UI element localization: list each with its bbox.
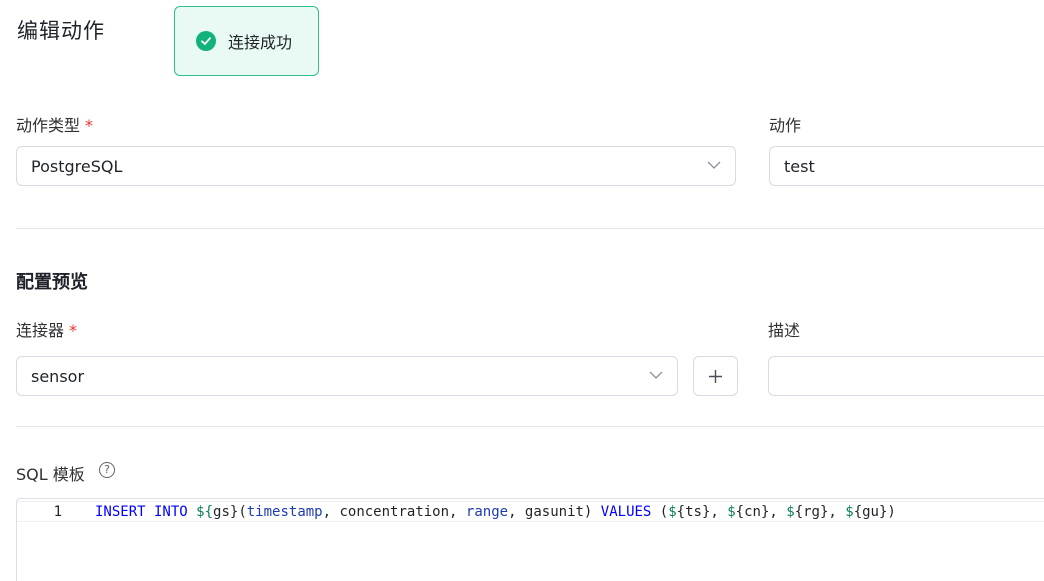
required-mark: * <box>85 116 94 135</box>
edit-action-page: 编辑动作 连接成功 动作类型 * PostgreSQL 动作 test 配置预览 … <box>0 0 1044 581</box>
sql-token: VALUES <box>600 503 652 520</box>
action-value: test <box>784 156 815 176</box>
sql-token: , concentration, <box>322 503 466 520</box>
connector-value: sensor <box>31 366 85 386</box>
sql-token: timestamp <box>246 503 323 520</box>
required-mark: * <box>69 321 78 340</box>
success-toast: 连接成功 <box>174 6 319 76</box>
description-input[interactable] <box>768 356 1044 396</box>
sql-token: {gu}) <box>853 503 896 520</box>
chevron-down-icon <box>649 371 663 379</box>
sql-token: range <box>465 503 509 520</box>
sql-token: $ <box>668 503 677 520</box>
divider <box>16 228 1044 229</box>
connector-select[interactable]: sensor <box>16 356 678 396</box>
sql-code-editor[interactable]: 1 INSERT INTO ${gs}(timestamp, concentra… <box>16 498 1044 581</box>
code-line[interactable]: 1 INSERT INTO ${gs}(timestamp, concentra… <box>17 501 1044 522</box>
sql-token: INSERT INTO <box>95 503 188 520</box>
plus-icon <box>709 369 722 383</box>
action-type-label: 动作类型 * <box>16 116 94 135</box>
toast-message: 连接成功 <box>228 33 293 52</box>
chevron-down-icon <box>707 161 721 169</box>
sql-token: ( <box>238 503 247 520</box>
sql-token: ${ <box>196 503 214 520</box>
action-input[interactable]: test <box>769 146 1044 186</box>
question-circle-icon[interactable]: ? <box>99 462 115 478</box>
divider <box>16 426 1044 427</box>
sql-token: {cn}, <box>735 503 787 520</box>
add-connector-button[interactable] <box>693 356 738 396</box>
page-title: 编辑动作 <box>17 19 105 43</box>
sql-token: $ <box>727 503 736 520</box>
sql-token: gs} <box>213 503 239 520</box>
sql-code-text[interactable]: INSERT INTO ${gs}(timestamp, concentrati… <box>95 504 896 520</box>
sql-token: $ <box>786 503 795 520</box>
sql-token: ( <box>651 503 669 520</box>
action-label: 动作 <box>769 116 802 135</box>
sql-token: {ts}, <box>676 503 728 520</box>
sql-token: $ <box>845 503 854 520</box>
connector-label: 连接器 * <box>16 321 78 340</box>
sql-token: {rg}, <box>794 503 846 520</box>
check-circle-icon <box>196 31 216 51</box>
line-number: 1 <box>53 503 62 520</box>
action-type-value: PostgreSQL <box>31 156 123 176</box>
description-label: 描述 <box>768 321 801 340</box>
sql-token: , gasunit) <box>508 503 601 520</box>
config-preview-title: 配置预览 <box>16 272 88 293</box>
sql-template-label: SQL 模板 <box>16 465 85 484</box>
action-type-select[interactable]: PostgreSQL <box>16 146 736 186</box>
